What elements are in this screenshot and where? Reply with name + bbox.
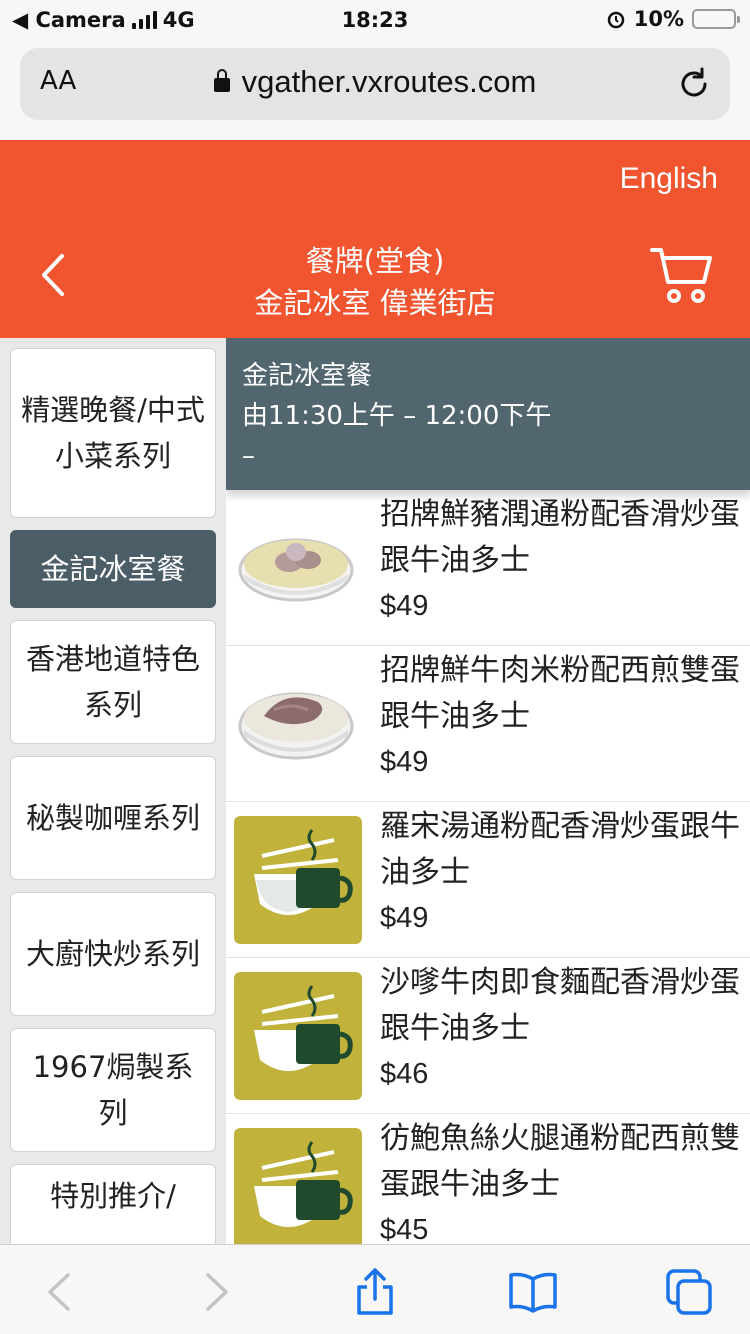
category-item-active[interactable]: 金記冰室餐 bbox=[10, 530, 216, 608]
bookmarks-icon[interactable] bbox=[508, 1267, 558, 1317]
battery-percent: 10% bbox=[633, 7, 684, 31]
browser-forward-icon[interactable] bbox=[190, 1267, 240, 1317]
tabs-icon[interactable] bbox=[664, 1267, 714, 1317]
alarm-icon bbox=[607, 11, 624, 29]
category-item[interactable]: 大廚快炒系列 bbox=[10, 892, 216, 1016]
category-item[interactable]: 精選晚餐/中式小菜系列 bbox=[10, 348, 216, 518]
item-price: $45 bbox=[380, 1214, 429, 1244]
category-item[interactable]: 特別推介/ bbox=[10, 1164, 216, 1244]
item-price: $46 bbox=[380, 1058, 429, 1090]
menu-item[interactable]: 招牌鮮豬潤通粉配香滑炒蛋跟牛油多士 $49 bbox=[226, 490, 750, 646]
store-name: 金記冰室 偉業街店 bbox=[254, 286, 496, 320]
browser-back-icon[interactable] bbox=[36, 1267, 86, 1317]
item-price: $49 bbox=[380, 746, 429, 778]
battery-icon bbox=[692, 9, 740, 29]
food-photo bbox=[234, 660, 362, 788]
page-title: 餐牌(堂食) 金記冰室 偉業街店 bbox=[0, 240, 750, 324]
category-sidebar: 精選晚餐/中式小菜系列 金記冰室餐 香港地道特色系列 秘製咖喱系列 大廚快炒系列… bbox=[0, 338, 226, 1244]
cafe-logo-image bbox=[234, 972, 362, 1100]
item-name: 彷鮑魚絲火腿通粉配西煎雙蛋跟牛油多士 bbox=[380, 1121, 740, 1202]
menu-list: 金記冰室餐 由11:30上午 – 12:00下午 – 招牌鮮豬潤通粉配香滑炒蛋跟… bbox=[226, 338, 750, 1244]
section-name: 金記冰室餐 bbox=[242, 361, 373, 391]
item-name: 招牌鮮豬潤通粉配香滑炒蛋跟牛油多士 bbox=[380, 497, 740, 578]
browser-chrome: AA vgather.vxroutes.com bbox=[0, 40, 750, 140]
url-display[interactable]: vgather.vxroutes.com bbox=[20, 64, 730, 100]
section-hours: 由11:30上午 – 12:00下午 bbox=[242, 401, 552, 431]
item-price: $49 bbox=[380, 902, 429, 934]
menu-item[interactable]: 招牌鮮牛肉米粉配西煎雙蛋跟牛油多士 $49 bbox=[226, 646, 750, 802]
item-name: 招牌鮮牛肉米粉配西煎雙蛋跟牛油多士 bbox=[380, 653, 740, 734]
reload-icon[interactable] bbox=[676, 66, 712, 102]
item-name: 羅宋湯通粉配香滑炒蛋跟牛油多士 bbox=[380, 809, 740, 890]
cafe-logo-image bbox=[234, 816, 362, 944]
item-name: 沙嗲牛肉即食麵配香滑炒蛋跟牛油多士 bbox=[380, 965, 740, 1046]
browser-toolbar bbox=[0, 1244, 750, 1334]
language-toggle[interactable]: English bbox=[620, 162, 718, 196]
category-item[interactable]: 香港地道特色系列 bbox=[10, 620, 216, 744]
item-price: $49 bbox=[380, 590, 429, 622]
address-bar[interactable]: AA vgather.vxroutes.com bbox=[20, 48, 730, 120]
status-bar: ◀ Camera 4G 18:23 10% bbox=[0, 0, 750, 40]
menu-item[interactable]: 羅宋湯通粉配香滑炒蛋跟牛油多士 $49 bbox=[226, 802, 750, 958]
cart-icon[interactable] bbox=[650, 244, 714, 306]
menu-item[interactable]: 沙嗲牛肉即食麵配香滑炒蛋跟牛油多士 $46 bbox=[226, 958, 750, 1114]
share-icon[interactable] bbox=[350, 1267, 400, 1317]
section-note: – bbox=[242, 441, 255, 471]
status-right: 10% bbox=[606, 7, 740, 31]
menu-title: 餐牌(堂食) bbox=[305, 244, 445, 278]
app-header: English 餐牌(堂食) 金記冰室 偉業街店 bbox=[0, 140, 750, 338]
category-item[interactable]: 秘製咖喱系列 bbox=[10, 756, 216, 880]
cafe-logo-image bbox=[234, 1128, 362, 1244]
menu-item[interactable]: 彷鮑魚絲火腿通粉配西煎雙蛋跟牛油多士 $45 bbox=[226, 1114, 750, 1244]
url-text: vgather.vxroutes.com bbox=[241, 64, 537, 99]
lock-icon bbox=[213, 69, 230, 92]
section-header: 金記冰室餐 由11:30上午 – 12:00下午 – bbox=[226, 338, 750, 490]
food-photo bbox=[234, 504, 362, 632]
category-item[interactable]: 1967焗製系列 bbox=[10, 1028, 216, 1152]
